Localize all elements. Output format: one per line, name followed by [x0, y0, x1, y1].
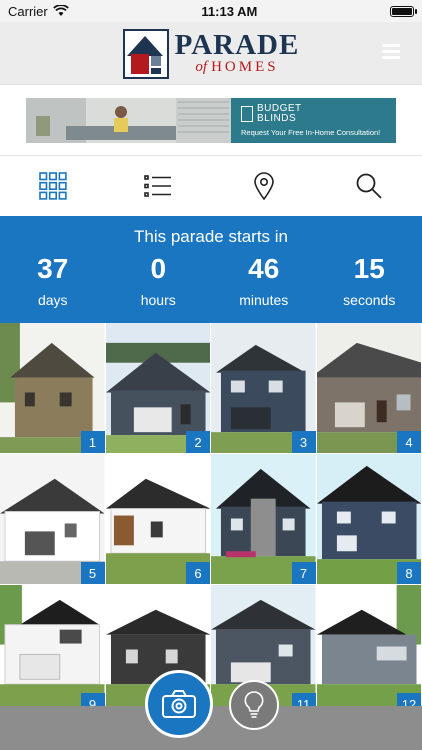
status-bar: Carrier 11:13 AM [0, 0, 422, 22]
home-number-badge: 1 [80, 431, 105, 453]
camera-icon [162, 690, 196, 718]
app-header: PARADE of HOMES [0, 22, 422, 85]
carrier-label: Carrier [8, 3, 48, 19]
house-image [0, 585, 105, 708]
home-tile[interactable]: 6 [105, 454, 211, 585]
home-tile[interactable]: 3 [211, 323, 317, 454]
countdown-seconds: 15 seconds [319, 253, 419, 308]
countdown-days: 37 days [3, 253, 103, 308]
logo-sub-of: of [195, 59, 208, 75]
budget-blinds-ad[interactable]: BUDGET BLINDS Request Your Free In-Home … [26, 97, 396, 143]
logo-sub-homes: HOMES [211, 59, 279, 75]
countdown-seconds-value: 15 [353, 253, 385, 284]
list-view-icon[interactable] [141, 169, 175, 203]
view-mode-toolbar [0, 156, 422, 216]
home-tile[interactable]: 1 [0, 323, 106, 454]
home-tile[interactable]: 12 [316, 585, 422, 708]
countdown-days-value: 37 [37, 253, 69, 284]
countdown-hours-value: 0 [150, 253, 167, 284]
clock: 11:13 AM [201, 3, 258, 19]
home-tile[interactable]: 7 [211, 454, 317, 585]
wifi-icon [52, 5, 69, 16]
hamburger-icon[interactable] [382, 44, 400, 62]
home-number-badge: 3 [291, 431, 316, 453]
house-image [316, 585, 421, 708]
lightbulb-icon [244, 691, 264, 718]
search-icon[interactable] [352, 169, 386, 203]
countdown-seconds-unit: seconds [343, 292, 396, 308]
parade-of-homes-logo[interactable]: PARADE of HOMES [122, 26, 300, 80]
home-number-badge: 2 [186, 431, 210, 453]
countdown-minutes-unit: minutes [239, 292, 289, 308]
countdown-days-unit: days [37, 292, 68, 308]
home-tile[interactable]: 2 [105, 323, 211, 454]
countdown-minutes: 46 minutes [214, 253, 314, 308]
countdown-title: This parade starts in [133, 227, 288, 246]
home-number-badge: 7 [291, 562, 316, 584]
countdown-hours: 0 hours [108, 253, 208, 308]
home-tile[interactable]: 4 [316, 323, 422, 454]
ad-cta-text: Request Your Free In-Home Consultation! [241, 127, 381, 137]
ad-brand-line2: BLINDS [257, 112, 297, 124]
ad-photo [26, 97, 231, 143]
budget-blinds-logo-icon [241, 105, 253, 122]
home-number-badge: 5 [80, 562, 105, 584]
home-number-badge: 8 [397, 562, 421, 584]
ad-brand-line1: BUDGET [257, 102, 302, 114]
house-logo-icon [122, 29, 169, 79]
logo-title: PARADE [174, 29, 300, 61]
home-tile[interactable]: 9 [0, 585, 106, 708]
idea-button[interactable] [229, 680, 279, 730]
countdown-panel: This parade starts in 37 days 0 hours 46… [0, 216, 422, 323]
map-pin-icon[interactable] [247, 169, 281, 203]
countdown-minutes-value: 46 [248, 253, 280, 284]
home-tile[interactable]: 5 [0, 454, 106, 585]
grid-view-icon[interactable] [36, 169, 70, 203]
camera-button[interactable] [145, 670, 213, 738]
countdown-hours-unit: hours [140, 292, 176, 308]
battery-icon [390, 5, 417, 17]
ad-banner-container: BUDGET BLINDS Request Your Free In-Home … [0, 85, 422, 156]
home-number-badge: 4 [397, 431, 421, 453]
logo-subtitle: of HOMES [175, 60, 300, 75]
home-number-badge: 6 [186, 562, 210, 584]
home-tile[interactable]: 8 [316, 454, 422, 585]
homes-grid: 1 2 3 4 5 6 7 8 9 11 12 [0, 323, 422, 708]
